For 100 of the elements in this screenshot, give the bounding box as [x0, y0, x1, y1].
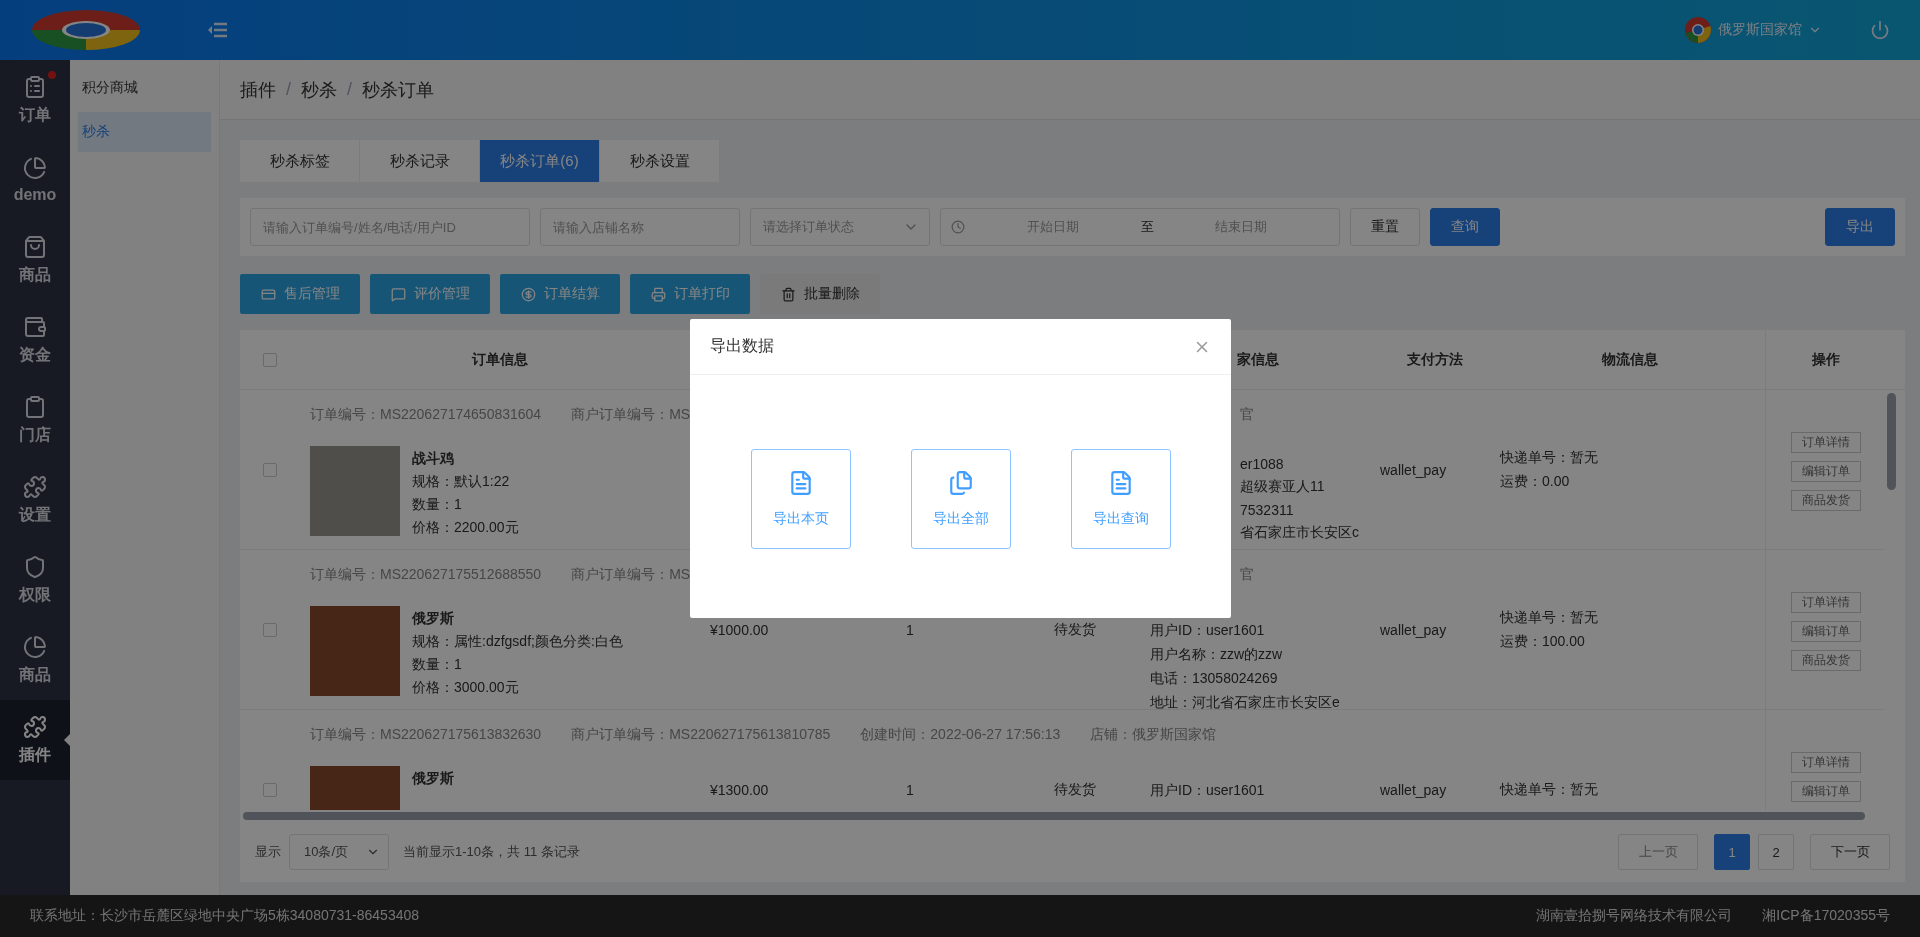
- page-size-select[interactable]: 10条/页: [289, 834, 389, 870]
- breadcrumb-item[interactable]: 插件: [240, 77, 276, 102]
- puzzle-icon: [23, 474, 47, 499]
- buyer-detail: 地址：河北省石家庄市长安区e: [1150, 694, 1341, 712]
- export-option-button[interactable]: 导出本页: [750, 449, 851, 549]
- shop-name: 官: [1240, 406, 1254, 424]
- nav-label: 门店: [19, 424, 51, 445]
- row-action-button[interactable]: 编辑订单: [1790, 461, 1861, 482]
- buyer-detail: er1088: [1240, 456, 1285, 472]
- row-checkbox[interactable]: [263, 622, 277, 637]
- menu-icon: [207, 22, 227, 38]
- nav-item[interactable]: 插件: [0, 700, 70, 780]
- product-detail: 数量：1: [412, 496, 463, 514]
- nav-label: 插件: [19, 744, 51, 765]
- row-action-button[interactable]: 订单详情: [1790, 432, 1861, 453]
- row-checkbox[interactable]: [263, 782, 277, 797]
- action-button[interactable]: 批量删除: [760, 274, 880, 314]
- row-action-button[interactable]: 订单详情: [1790, 752, 1861, 773]
- nav-item[interactable]: 资金: [0, 300, 70, 380]
- logistics-detail: 快递单号：暂无: [1500, 780, 1599, 799]
- breadcrumb-separator: /: [286, 79, 291, 100]
- row-checkbox[interactable]: [263, 462, 277, 477]
- power-icon: [1870, 20, 1890, 40]
- column-header: 家信息: [1235, 350, 1280, 369]
- page-button[interactable]: 2: [1758, 834, 1794, 870]
- action-button[interactable]: 订单结算: [500, 274, 620, 314]
- row-action-button[interactable]: 商品发货: [1790, 650, 1861, 671]
- buyer-detail: 超级赛亚人11: [1240, 478, 1326, 496]
- icp-number: 湘ICP备17020355号: [1762, 907, 1890, 925]
- order-status: 待发货: [1053, 780, 1097, 799]
- shield-icon: [23, 554, 47, 579]
- payment-method: wallet_pay: [1379, 621, 1448, 638]
- submenu-item[interactable]: 积分商城: [78, 68, 211, 108]
- tab[interactable]: 秒杀订单(6): [480, 140, 600, 182]
- row-action-button[interactable]: 商品发货: [1790, 490, 1861, 511]
- breadcrumb-item[interactable]: 秒杀: [301, 77, 337, 102]
- column-header: 支付方法: [1406, 350, 1464, 369]
- action-button[interactable]: 售后管理: [240, 274, 360, 314]
- trash-icon: [780, 286, 796, 302]
- pie-chart-icon: [23, 156, 47, 180]
- row-action-button[interactable]: 编辑订单: [1790, 781, 1861, 802]
- nav-item[interactable]: 商品: [0, 620, 70, 700]
- select-all-checkbox[interactable]: [263, 352, 277, 367]
- nav-label: 权限: [19, 584, 51, 605]
- clock-icon: [951, 220, 965, 234]
- price: ¥1300.00: [709, 781, 770, 798]
- product-detail: 价格：2200.00元: [412, 519, 519, 537]
- price: ¥1000.00: [709, 621, 770, 638]
- logistics-detail: 运费：100.00: [1500, 632, 1586, 651]
- export-option-button[interactable]: 导出全部: [910, 449, 1011, 549]
- created-time: 创建时间：2022-06-27 17:56:13: [860, 726, 1061, 744]
- export-option-button[interactable]: 导出查询: [1070, 449, 1171, 549]
- query-button[interactable]: 查询: [1430, 208, 1500, 246]
- column-header: 订单信息: [470, 350, 529, 369]
- nav-item[interactable]: 商品: [0, 220, 70, 300]
- order-number: 订单编号：MS220627175613832630: [310, 726, 542, 744]
- nav-label: 商品: [19, 264, 51, 285]
- export-button[interactable]: 导出: [1825, 208, 1895, 246]
- record-summary: 当前显示1-10条，共 11 条记录: [403, 843, 580, 861]
- nav-label: 资金: [19, 344, 51, 365]
- buyer-detail: 用户ID：user1601: [1150, 622, 1266, 640]
- reset-button[interactable]: 重置: [1350, 208, 1420, 246]
- nav-item[interactable]: 设置: [0, 460, 70, 540]
- payment-method: wallet_pay: [1379, 461, 1448, 478]
- nav-item[interactable]: 订单: [0, 60, 70, 140]
- product-name: 战斗鸡: [412, 450, 455, 468]
- nav-item[interactable]: demo: [0, 140, 70, 220]
- nav-item[interactable]: 门店: [0, 380, 70, 460]
- menu-button[interactable]: [207, 22, 227, 38]
- buyer-detail: 省石家庄市长安区c: [1240, 524, 1360, 542]
- submenu-item[interactable]: 秒杀: [78, 112, 211, 152]
- product-name: 俄罗斯: [412, 770, 454, 788]
- vertical-scrollbar[interactable]: [1887, 393, 1896, 490]
- files-icon: [947, 470, 974, 496]
- printer-icon: [650, 286, 666, 302]
- row-action-button[interactable]: 订单详情: [1790, 592, 1861, 613]
- product-detail: 数量：1: [412, 656, 463, 674]
- nav-label: demo: [13, 186, 57, 204]
- product-detail: 价格：3000.00元: [412, 679, 520, 697]
- buyer-detail: 用户ID：user1601: [1150, 782, 1266, 800]
- nav-label: 订单: [19, 104, 51, 125]
- company-name: 湖南壹拾捌号网络技术有限公司: [1536, 907, 1733, 925]
- quantity: 1: [905, 781, 915, 798]
- nav-label: 设置: [19, 504, 51, 525]
- nav-item[interactable]: 权限: [0, 540, 70, 620]
- message-icon: [390, 286, 406, 302]
- page-button[interactable]: 1: [1714, 834, 1750, 870]
- horizontal-scrollbar[interactable]: [243, 812, 1865, 820]
- breadcrumb-item: 秒杀订单: [362, 78, 435, 102]
- row-action-button[interactable]: 编辑订单: [1790, 621, 1861, 642]
- coin-icon: [520, 286, 536, 302]
- product-name: 俄罗斯: [412, 610, 455, 628]
- buyer-detail: 7532311: [1240, 502, 1295, 518]
- order-status: 待发货: [1053, 620, 1097, 639]
- buyer-detail: 电话：13058024269: [1150, 670, 1279, 688]
- power-button[interactable]: [1870, 20, 1890, 40]
- order-number: 订单编号：MS220627175512688550: [310, 566, 542, 584]
- user-menu[interactable]: 俄罗斯国家馆: [1684, 16, 1822, 44]
- action-button[interactable]: 评价管理: [370, 274, 490, 314]
- action-button[interactable]: 订单打印: [630, 274, 750, 314]
